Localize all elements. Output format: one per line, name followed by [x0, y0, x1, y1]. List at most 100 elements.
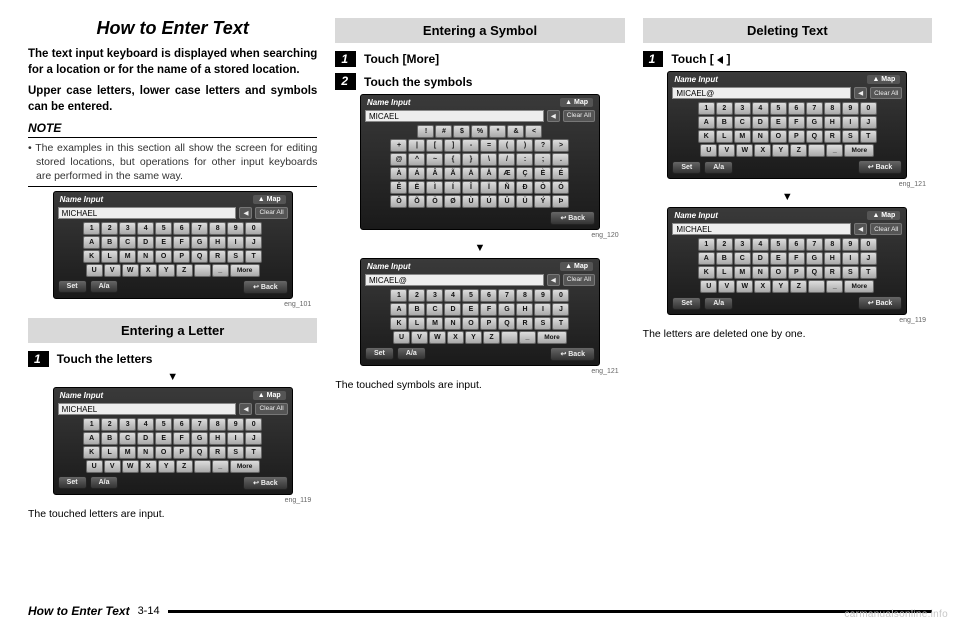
step-number-1: 1: [28, 351, 49, 367]
kbd-text-field: MICHAEL: [58, 403, 237, 415]
result-text: The touched symbols are input.: [335, 379, 624, 391]
kbd-map-button: ▲ Map: [560, 262, 593, 271]
kbd-back-button: ↩ Back: [858, 296, 903, 310]
down-arrow-icon: ▼: [643, 191, 932, 203]
kbd-case-button: A/a: [704, 161, 733, 174]
image-caption: eng_119: [28, 497, 311, 504]
note-label: NOTE: [28, 121, 317, 135]
footer-page-number: 3-14: [138, 605, 160, 617]
kbd-title: Name Input: [674, 211, 718, 220]
kbd-case-button: A/a: [704, 297, 733, 310]
kbd-key-grid: !#$%*&< +|[]-=()?> @^~{}\/:;. ÀÁÂÃÄÅÆÇÈÉ…: [365, 125, 595, 208]
kbd-backspace-button: ◀: [547, 274, 560, 286]
kbd-case-button: A/a: [90, 476, 119, 489]
kbd-map-button: ▲ Map: [867, 75, 900, 84]
intro-paragraph-2: Upper case letters, lower case letters a…: [28, 84, 317, 115]
kbd-title: Name Input: [367, 98, 411, 107]
kbd-text-field: MICAEL@: [365, 274, 544, 286]
kbd-backspace-button: ◀: [854, 223, 867, 235]
note-text: The examples in this section all show th…: [35, 142, 317, 182]
kbd-map-button: ▲ Map: [560, 98, 593, 107]
kbd-text-field: MICAEL: [365, 110, 544, 122]
footer-title: How to Enter Text: [28, 604, 130, 618]
step-row: 1 Touch [More]: [335, 51, 624, 67]
kbd-key-grid: 1234567890 ABCDEFGHIJ KLMNOPQRST UVWXYZ_…: [672, 102, 902, 157]
kbd-set-button: Set: [672, 161, 701, 174]
kbd-title: Name Input: [674, 75, 718, 84]
kbd-back-button: ↩ Back: [243, 476, 288, 490]
note-body: • The examples in this section all show …: [28, 141, 317, 184]
kbd-clear-all-button: Clear All: [563, 274, 595, 286]
kbd-set-button: Set: [58, 476, 87, 489]
image-caption: eng_121: [643, 181, 926, 188]
kbd-back-button: ↩ Back: [550, 211, 595, 225]
note-rule-top: [28, 137, 317, 138]
note-rule-bottom: [28, 186, 317, 187]
kbd-backspace-button: ◀: [239, 207, 252, 219]
kbd-map-button: ▲ Map: [253, 391, 286, 400]
keyboard-screenshot: Name Input ▲ Map MICAEL@ ◀ Clear All 123…: [667, 71, 907, 179]
kbd-set-button: Set: [58, 280, 87, 293]
kbd-clear-all-button: Clear All: [870, 223, 902, 235]
kbd-text-field: MICHAEL: [58, 207, 237, 219]
kbd-text-field: MICHAEL: [672, 223, 851, 235]
footer-rule: [168, 610, 932, 613]
column-1: How to Enter Text The text input keyboar…: [28, 18, 317, 520]
kbd-title: Name Input: [367, 262, 411, 271]
kbd-backspace-button: ◀: [854, 87, 867, 99]
kbd-title: Name Input: [60, 195, 104, 204]
kbd-key-grid: 1234567890 ABCDEFGHIJ KLMNOPQRST UVWXYZ_…: [365, 289, 595, 344]
kbd-map-button: ▲ Map: [867, 211, 900, 220]
kbd-title: Name Input: [60, 391, 104, 400]
image-caption: eng_101: [28, 301, 311, 308]
page-title: How to Enter Text: [28, 18, 317, 39]
kbd-clear-all-button: Clear All: [255, 403, 287, 415]
step-text: Touch the symbols: [364, 75, 472, 89]
result-text: The letters are deleted one by one.: [643, 328, 932, 340]
kbd-set-button: Set: [365, 347, 394, 360]
result-text: The touched letters are input.: [28, 508, 317, 520]
kbd-back-button: ↩ Back: [243, 280, 288, 294]
page-footer: How to Enter Text 3-14: [28, 604, 932, 618]
kbd-case-button: A/a: [90, 280, 119, 293]
kbd-key-grid: 1234567890 ABCDEFGHIJ KLMNOPQRST UVWXYZ_…: [58, 418, 288, 473]
kbd-back-button: ↩ Back: [550, 347, 595, 361]
column-2: Entering a Symbol 1 Touch [More] 2 Touch…: [335, 18, 624, 520]
image-caption: eng_120: [335, 232, 618, 239]
step-row: 2 Touch the symbols: [335, 73, 624, 89]
kbd-clear-all-button: Clear All: [563, 110, 595, 122]
down-arrow-icon: ▼: [28, 371, 317, 383]
step-number-1: 1: [643, 51, 664, 67]
step-number-1: 1: [335, 51, 356, 67]
step-text: Touch [ ]: [671, 52, 730, 66]
keyboard-screenshot: Name Input ▲ Map MICHAEL ◀ Clear All 123…: [53, 191, 293, 299]
keyboard-screenshot: Name Input ▲ Map MICHAEL ◀ Clear All 123…: [53, 387, 293, 495]
keyboard-screenshot-symbols: Name Input ▲ Map MICAEL ◀ Clear All !#$%…: [360, 94, 600, 230]
watermark: carmanualsonline.info: [844, 609, 948, 620]
column-3: Deleting Text 1 Touch [ ] Name Input ▲ M…: [643, 18, 932, 520]
kbd-case-button: A/a: [397, 347, 426, 360]
keyboard-screenshot: Name Input ▲ Map MICHAEL ◀ Clear All 123…: [667, 207, 907, 315]
kbd-key-grid: 1234567890 ABCDEFGHIJ KLMNOPQRST UVWXYZ_…: [672, 238, 902, 293]
down-arrow-icon: ▼: [335, 242, 624, 254]
section-heading-entering-letter: Entering a Letter: [28, 318, 317, 343]
kbd-backspace-button: ◀: [547, 110, 560, 122]
step-row: 1 Touch [ ]: [643, 51, 932, 67]
kbd-key-grid: 1234567890 ABCDEFGHIJ KLMNOPQRST UVWXYZ_…: [58, 222, 288, 277]
step-text: Touch the letters: [57, 352, 153, 366]
section-heading-entering-symbol: Entering a Symbol: [335, 18, 624, 43]
kbd-backspace-button: ◀: [239, 403, 252, 415]
step-number-2: 2: [335, 73, 356, 89]
keyboard-screenshot: Name Input ▲ Map MICAEL@ ◀ Clear All 123…: [360, 258, 600, 366]
kbd-text-field: MICAEL@: [672, 87, 851, 99]
kbd-clear-all-button: Clear All: [870, 87, 902, 99]
kbd-set-button: Set: [672, 297, 701, 310]
intro-paragraph-1: The text input keyboard is displayed whe…: [28, 47, 317, 78]
image-caption: eng_119: [643, 317, 926, 324]
kbd-map-button: ▲ Map: [253, 195, 286, 204]
kbd-back-button: ↩ Back: [858, 160, 903, 174]
image-caption: eng_121: [335, 368, 618, 375]
note-bullet: •: [28, 142, 32, 154]
kbd-clear-all-button: Clear All: [255, 207, 287, 219]
section-heading-deleting-text: Deleting Text: [643, 18, 932, 43]
